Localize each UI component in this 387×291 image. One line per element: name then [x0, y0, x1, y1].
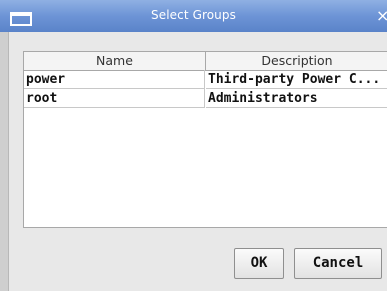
column-header-description[interactable]: Description [206, 52, 387, 70]
select-groups-dialog: Select Groups × Name Description power T… [0, 0, 387, 291]
group-description-cell[interactable]: Administrators [206, 89, 387, 108]
table-row[interactable]: root Administrators [24, 89, 387, 108]
ok-button[interactable]: OK [234, 248, 284, 279]
cancel-button[interactable]: Cancel [294, 248, 382, 279]
groups-table[interactable]: Name Description power Third-party Power… [23, 51, 387, 228]
group-description-cell[interactable]: Third-party Power C... [206, 70, 387, 89]
window-frame [0, 32, 9, 291]
group-name-cell[interactable]: root [24, 89, 205, 108]
table-header: Name Description [24, 52, 387, 71]
window-title: Select Groups [151, 8, 236, 22]
column-header-name[interactable]: Name [24, 52, 206, 70]
close-icon[interactable]: × [376, 6, 387, 25]
title-bar[interactable]: Select Groups × [0, 0, 387, 32]
group-name-cell[interactable]: power [24, 70, 205, 89]
table-row[interactable]: power Third-party Power C... [24, 70, 387, 89]
